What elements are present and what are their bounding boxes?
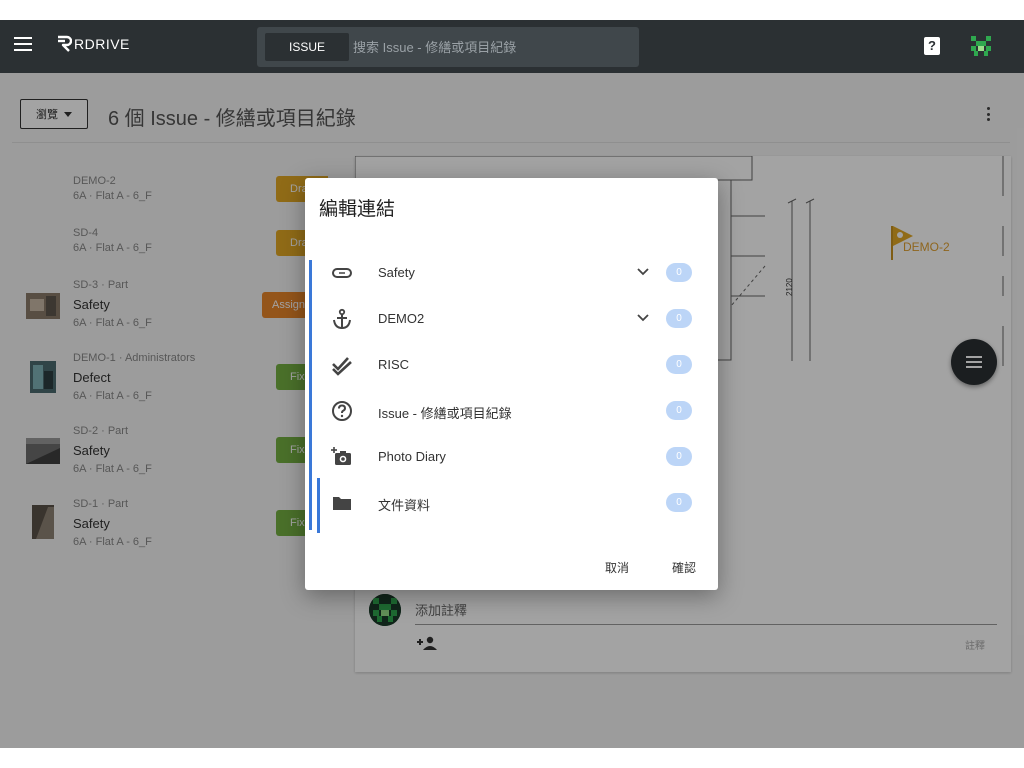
link-count-badge: 0 (666, 309, 692, 328)
link-row-photo-diary[interactable]: Photo Diary 0 (305, 434, 718, 480)
confirm-button[interactable]: 確認 (672, 559, 696, 576)
help-circle-icon (332, 401, 352, 421)
link-row-risc[interactable]: RISC 0 (305, 342, 718, 388)
link-row-issue[interactable]: Issue - 修繕或項目紀錄 0 (305, 388, 718, 434)
menu-icon[interactable] (14, 37, 32, 51)
chevron-down-icon[interactable] (637, 313, 649, 323)
link-row-documents[interactable]: 文件資料 0 (305, 480, 718, 526)
user-avatar[interactable] (968, 33, 994, 59)
link-row-safety[interactable]: Safety 0 (305, 250, 718, 296)
search-scope-chip[interactable]: ISSUE (265, 33, 349, 61)
edit-links-dialog: 編輯連結 Safety 0 DEMO2 0 RISC 0 Issue - 修繕或… (305, 178, 718, 590)
link-label: 文件資料 (378, 498, 431, 513)
cancel-button[interactable]: 取消 (605, 559, 629, 576)
link-label: Safety (378, 265, 415, 280)
link-count-badge: 0 (666, 493, 692, 512)
link-count-badge: 0 (666, 355, 692, 374)
dialog-title: 編輯連結 (319, 199, 396, 220)
add-camera-icon (331, 447, 351, 465)
link-row-demo2[interactable]: DEMO2 0 (305, 296, 718, 342)
rdrive-logo-icon (58, 35, 72, 52)
link-label: Photo Diary (378, 449, 446, 464)
brand-logo[interactable]: RDRIVE (56, 35, 130, 53)
folder-icon (333, 497, 351, 510)
link-label: Issue - 修繕或項目紀錄 (378, 406, 512, 421)
help-icon[interactable]: ? (924, 37, 940, 55)
search-bar: ISSUE (257, 27, 639, 67)
link-count-badge: 0 (666, 401, 692, 420)
link-count-badge: 0 (666, 263, 692, 282)
goggles-icon (332, 268, 352, 278)
link-label: DEMO2 (378, 311, 425, 326)
search-input[interactable] (353, 33, 623, 61)
double-check-icon (332, 357, 352, 376)
link-label: RISC (378, 357, 410, 372)
anchor-icon (333, 308, 351, 330)
brand-name: RDRIVE (74, 36, 130, 52)
app-bar: RDRIVE ISSUE ? (0, 20, 1024, 73)
chevron-down-icon[interactable] (637, 267, 649, 277)
app-screen: RDRIVE ISSUE ? 瀏覽 6 個 Issue - 修繕或項目紀錄 DE… (0, 20, 1024, 748)
link-count-badge: 0 (666, 447, 692, 466)
